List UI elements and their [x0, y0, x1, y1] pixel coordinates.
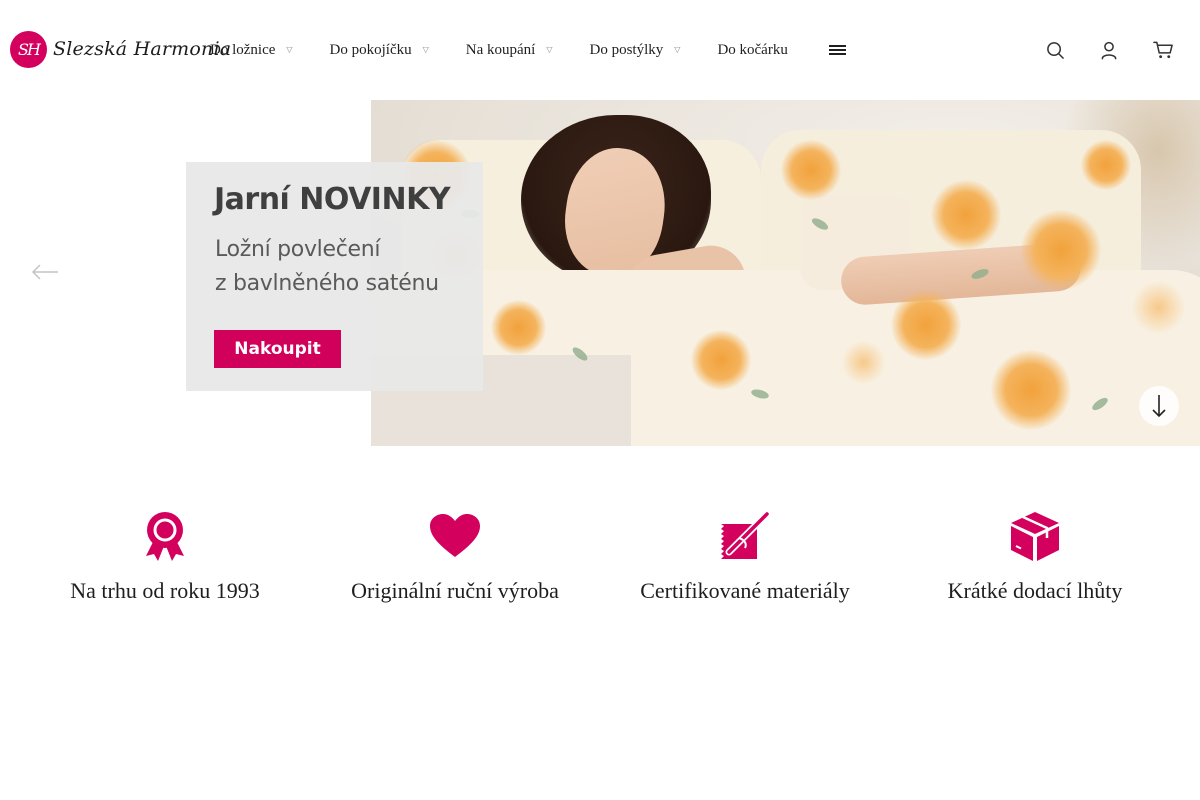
package-box-icon — [1007, 508, 1063, 564]
heart-icon — [427, 508, 483, 564]
benefit-item: Originální ruční výroba — [310, 508, 600, 604]
benefit-item: Certifikované materiály — [600, 508, 890, 604]
main-nav: Do ložnice ▽ Do pokojíčku ▽ Na koupání ▽… — [210, 38, 846, 62]
arrow-left-icon[interactable] — [30, 262, 60, 282]
nav-item-label: Do ložnice — [210, 41, 276, 58]
promo-card: Jarní NOVINKY Ložní povlečení z bavlněné… — [186, 162, 483, 391]
benefit-label: Originální ruční výroba — [351, 578, 559, 603]
menu-lines-icon[interactable] — [828, 44, 846, 56]
benefits-row: Na trhu od roku 1993 Originální ruční vý… — [20, 508, 1180, 604]
chevron-down-icon: ▽ — [422, 44, 429, 54]
nav-item-label: Na koupání — [465, 41, 536, 58]
promo-subtitle-line: Ložní povlečení — [215, 237, 381, 262]
benefit-item: Na trhu od roku 1993 — [20, 508, 310, 604]
nav-item-do-pokojicku[interactable]: Do pokojíčku ▽ — [330, 42, 429, 59]
promo-title: Jarní NOVINKY — [214, 182, 451, 217]
benefit-item: Krátké dodací lhůty — [890, 508, 1180, 604]
brand-logo[interactable]: SH Slezská Harmonia — [10, 30, 231, 68]
benefit-label: Krátké dodací lhůty — [947, 578, 1123, 603]
hero-banner[interactable]: Jarní NOVINKY Ložní povlečení z bavlněné… — [0, 100, 1200, 446]
promo-subtitle-line: z bavlněného saténu — [215, 271, 439, 296]
fabric-needle-icon — [717, 508, 773, 564]
hero-photo-bedroom — [371, 100, 1200, 446]
nav-item-label: Do pokojíčku — [329, 41, 412, 58]
chevron-down-icon: ▽ — [286, 44, 293, 54]
nav-item-label: Do postýlky — [589, 41, 664, 58]
site-header: SH Slezská Harmonia Do ložnice ▽ Do poko… — [0, 0, 1200, 100]
header-actions — [1012, 39, 1174, 61]
chevron-down-icon: ▽ — [674, 44, 681, 54]
chevron-down-icon: ▽ — [546, 44, 553, 54]
nav-item-na-koupani[interactable]: Na koupání ▽ — [466, 42, 553, 59]
benefit-label: Na trhu od roku 1993 — [70, 578, 260, 603]
arrow-down-icon[interactable] — [1139, 386, 1179, 426]
nav-item-do-kocarku[interactable]: Do kočárku — [717, 42, 787, 59]
nav-item-do-loznice[interactable]: Do ložnice ▽ — [210, 42, 293, 59]
logo-wordmark: Slezská Harmonia — [53, 38, 232, 60]
user-icon[interactable] — [1098, 39, 1120, 61]
award-ribbon-icon — [137, 508, 193, 564]
nav-item-do-postylky[interactable]: Do postýlky ▽ — [590, 42, 681, 59]
cart-icon[interactable] — [1152, 39, 1174, 61]
benefit-label: Certifikované materiály — [640, 578, 850, 603]
promo-subtitle: Ložní povlečení z bavlněného saténu — [215, 233, 465, 301]
shop-now-button[interactable]: Nakoupit — [214, 330, 341, 368]
logo-badge: SH — [10, 30, 47, 68]
search-icon[interactable] — [1044, 39, 1066, 61]
nav-item-label: Do kočárku — [717, 41, 788, 58]
